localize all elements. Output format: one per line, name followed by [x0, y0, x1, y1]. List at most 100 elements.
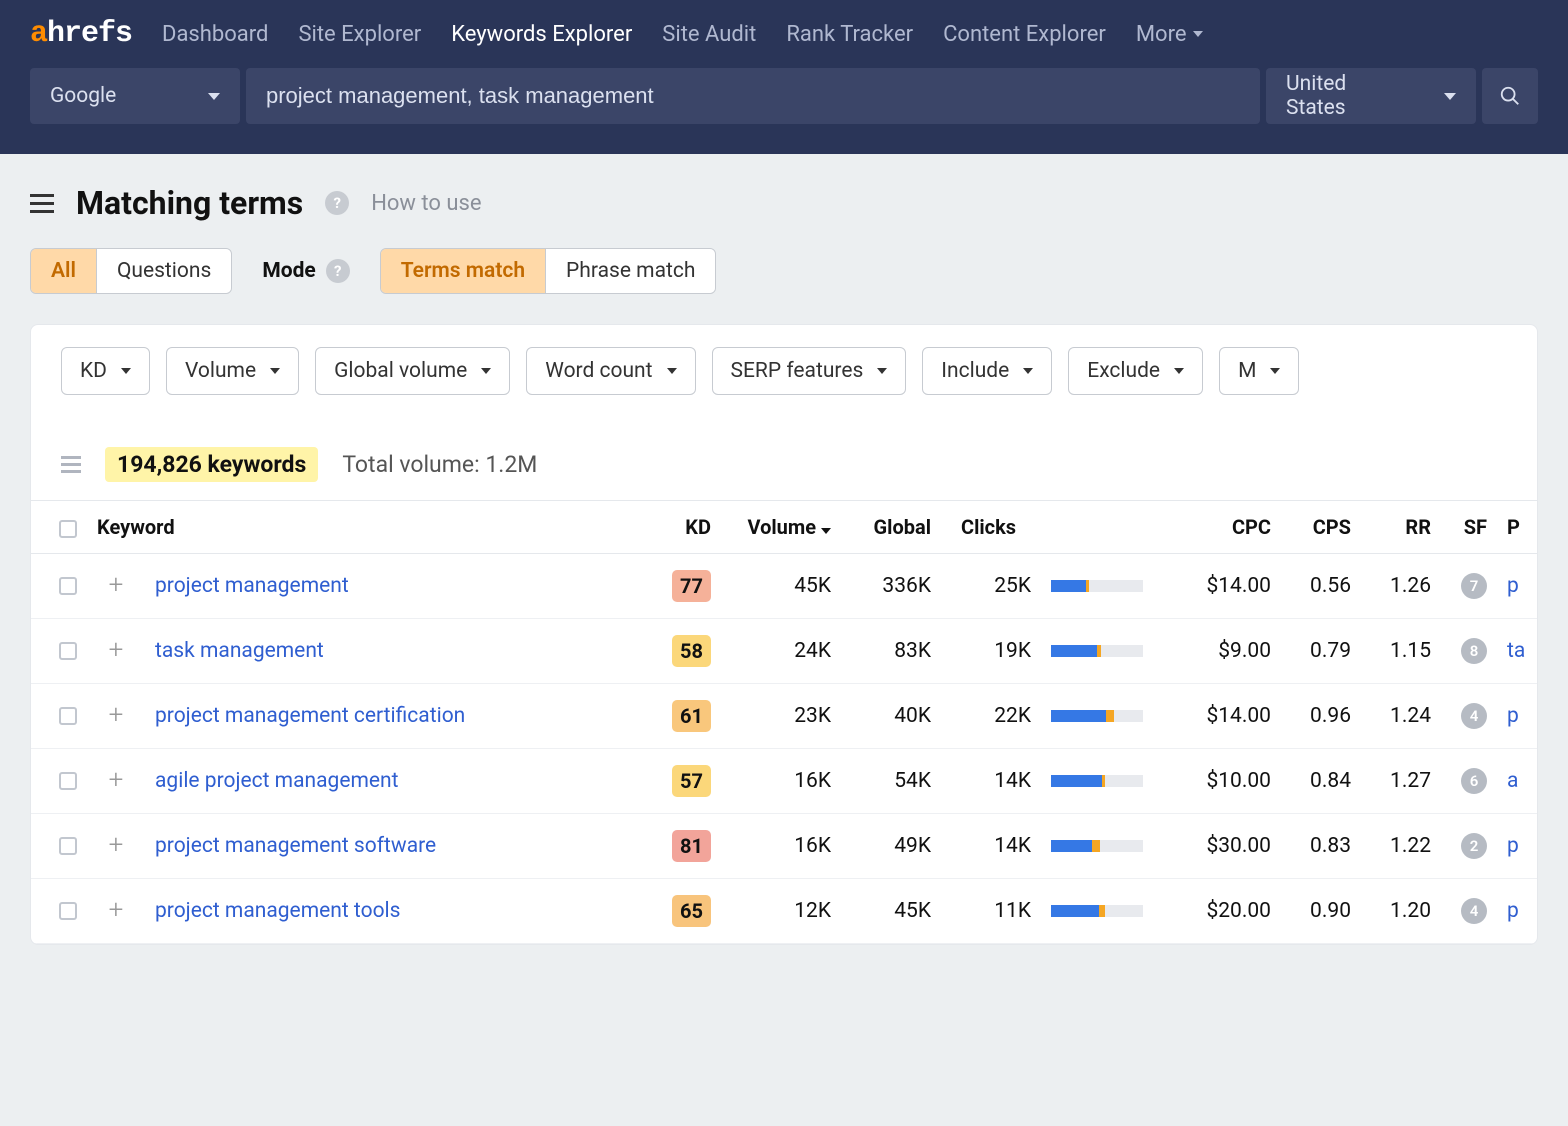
parent-link[interactable]: ta [1507, 639, 1525, 663]
help-icon[interactable]: ? [326, 259, 350, 283]
mode-label: Mode ? [262, 259, 349, 283]
keyword-link[interactable]: agile project management [155, 769, 399, 793]
engine-select[interactable]: Google [30, 68, 240, 124]
help-icon[interactable]: ? [325, 191, 349, 215]
keyword-link[interactable]: task management [155, 639, 324, 663]
chevron-down-icon [481, 368, 491, 374]
chevron-down-icon [121, 368, 131, 374]
how-to-link[interactable]: How to use [371, 191, 481, 216]
tab-questions[interactable]: Questions [97, 249, 231, 293]
row-checkbox[interactable] [59, 837, 77, 855]
row-checkbox[interactable] [59, 642, 77, 660]
nav-link-rank-tracker[interactable]: Rank Tracker [786, 22, 913, 47]
clicks-bar [1051, 840, 1143, 852]
tab-all[interactable]: All [31, 249, 97, 293]
kd-badge: 61 [672, 700, 711, 732]
total-volume: Total volume: 1.2M [342, 451, 537, 478]
country-select[interactable]: United States [1266, 68, 1476, 124]
nav-link-dashboard[interactable]: Dashboard [162, 22, 268, 47]
sf-badge: 6 [1461, 768, 1487, 794]
cell-cpc: $9.00 [1161, 619, 1281, 684]
parent-link[interactable]: p [1507, 574, 1519, 598]
parent-link[interactable]: a [1507, 769, 1518, 793]
keyword-link[interactable]: project management tools [155, 899, 401, 923]
parent-link[interactable]: p [1507, 704, 1519, 728]
cell-cpc: $14.00 [1161, 684, 1281, 749]
filter-m[interactable]: M [1219, 347, 1299, 395]
keyword-link[interactable]: project management [155, 574, 349, 598]
page-title: Matching terms [76, 184, 303, 222]
expand-icon[interactable]: + [105, 769, 127, 791]
row-checkbox[interactable] [59, 772, 77, 790]
col-clicks[interactable]: Clicks [941, 501, 1041, 554]
col-cpc[interactable]: CPC [1161, 501, 1281, 554]
kd-badge: 81 [672, 830, 711, 862]
cell-volume: 45K [721, 554, 841, 619]
cell-clicks: 25K [941, 554, 1041, 619]
parent-link[interactable]: p [1507, 899, 1519, 923]
row-checkbox[interactable] [59, 902, 77, 920]
search-icon [1499, 85, 1521, 107]
filter-word-count[interactable]: Word count [526, 347, 695, 395]
col-rr[interactable]: RR [1361, 501, 1441, 554]
nav-link-site-explorer[interactable]: Site Explorer [298, 22, 421, 47]
row-checkbox[interactable] [59, 577, 77, 595]
menu-icon[interactable] [30, 194, 54, 213]
drag-icon[interactable] [61, 456, 81, 473]
col-cps[interactable]: CPS [1281, 501, 1361, 554]
cell-clicks: 14K [941, 749, 1041, 814]
keyword-input[interactable] [246, 68, 1260, 124]
sf-badge: 8 [1461, 638, 1487, 664]
filter-serp-features[interactable]: SERP features [712, 347, 907, 395]
tab-terms-match[interactable]: Terms match [381, 249, 546, 293]
nav-link-content-explorer[interactable]: Content Explorer [943, 22, 1106, 47]
nav-link-site-audit[interactable]: Site Audit [662, 22, 756, 47]
col-kd[interactable]: KD [651, 501, 721, 554]
filter-kd[interactable]: KD [61, 347, 150, 395]
col-sf[interactable]: SF [1441, 501, 1497, 554]
expand-icon[interactable]: + [105, 899, 127, 921]
filter-exclude[interactable]: Exclude [1068, 347, 1203, 395]
nav-more[interactable]: More [1136, 22, 1203, 47]
cell-cpc: $20.00 [1161, 879, 1281, 944]
kd-badge: 57 [672, 765, 711, 797]
select-all-checkbox[interactable] [59, 520, 77, 538]
cell-volume: 23K [721, 684, 841, 749]
logo[interactable]: ahrefs [30, 17, 132, 51]
tab-phrase-match[interactable]: Phrase match [546, 249, 715, 293]
engine-label: Google [50, 84, 116, 108]
table-row: +task management5824K83K19K$9.000.791.15… [31, 619, 1537, 684]
clicks-bar [1051, 580, 1143, 592]
expand-icon[interactable]: + [105, 704, 127, 726]
cell-clicks: 22K [941, 684, 1041, 749]
chevron-down-icon [1193, 31, 1203, 37]
chevron-down-icon [1444, 93, 1456, 100]
cell-rr: 1.24 [1361, 684, 1441, 749]
col-parent[interactable]: P [1497, 501, 1537, 554]
table-row: +project management tools6512K45K11K$20.… [31, 879, 1537, 944]
col-keyword[interactable]: Keyword [87, 501, 651, 554]
filter-volume[interactable]: Volume [166, 347, 299, 395]
col-global[interactable]: Global [841, 501, 941, 554]
sf-badge: 2 [1461, 833, 1487, 859]
expand-icon[interactable]: + [105, 574, 127, 596]
table-row: +project management software8116K49K14K$… [31, 814, 1537, 879]
keyword-link[interactable]: project management certification [155, 704, 465, 728]
row-checkbox[interactable] [59, 707, 77, 725]
cell-global: 40K [841, 684, 941, 749]
search-button[interactable] [1482, 68, 1538, 124]
expand-icon[interactable]: + [105, 834, 127, 856]
keyword-link[interactable]: project management software [155, 834, 436, 858]
filters-row: KD Volume Global volume Word count SERP … [31, 325, 1537, 417]
cell-rr: 1.20 [1361, 879, 1441, 944]
chevron-down-icon [1174, 368, 1184, 374]
chevron-down-icon [877, 368, 887, 374]
expand-icon[interactable]: + [105, 639, 127, 661]
cell-cpc: $14.00 [1161, 554, 1281, 619]
filter-global-volume[interactable]: Global volume [315, 347, 510, 395]
col-volume[interactable]: Volume [721, 501, 841, 554]
top-nav: ahrefs Dashboard Site Explorer Keywords Ex… [0, 0, 1568, 68]
parent-link[interactable]: p [1507, 834, 1519, 858]
nav-link-keywords-explorer[interactable]: Keywords Explorer [451, 22, 632, 47]
filter-include[interactable]: Include [922, 347, 1052, 395]
